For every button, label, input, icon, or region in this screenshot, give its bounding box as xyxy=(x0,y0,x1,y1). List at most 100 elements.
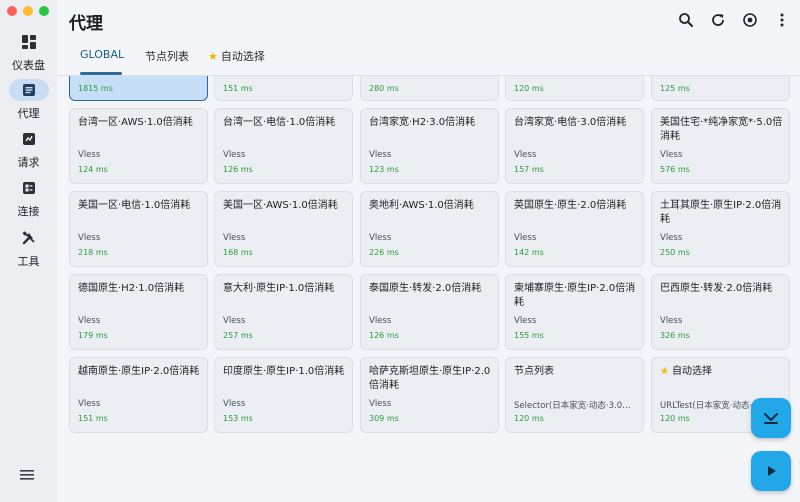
proxy-card-selected[interactable]: 1815 ms xyxy=(69,76,208,101)
latency-label: 142 ms xyxy=(514,248,544,257)
proxy-name: 越南原生·原生IP·2.0倍消耗 xyxy=(78,366,200,377)
proxy-type: Vless xyxy=(78,316,101,326)
proxy-card[interactable]: 280 ms xyxy=(360,76,499,101)
close-window-button[interactable] xyxy=(7,6,17,16)
proxy-name: 泰国原生·转发·2.0倍消耗 xyxy=(369,283,482,294)
sidebar-item-label: 请求 xyxy=(17,156,40,169)
latency-label: 126 ms xyxy=(369,331,399,340)
minimize-window-button[interactable] xyxy=(23,6,33,16)
group-name-wrapper: ★ 自动选择 xyxy=(660,365,783,379)
sidebar-item-label: 代理 xyxy=(17,107,40,120)
refresh-button[interactable] xyxy=(709,11,727,29)
sidebar-item-label: 工具 xyxy=(17,255,40,268)
proxy-type: Vless xyxy=(223,399,246,409)
latency-label: 151 ms xyxy=(78,414,108,423)
sidebar-item-tools[interactable]: 工具 xyxy=(0,227,57,269)
proxy-card[interactable]: 印度原生·原生IP·1.0倍消耗 Vless 153 ms xyxy=(214,357,353,433)
proxy-name: 奥地利·AWS·1.0倍消耗 xyxy=(369,200,474,211)
latency-label: 1815 ms xyxy=(78,84,113,93)
tab-node-list[interactable]: 节点列表 xyxy=(145,48,189,76)
latency-label: 179 ms xyxy=(78,331,108,340)
latency-label: 153 ms xyxy=(223,414,253,423)
proxy-name: 台湾家宽·电信·3.0倍消耗 xyxy=(514,117,627,128)
proxy-card[interactable]: 哈萨克斯坦原生·原生IP·2.0倍消耗 Vless 309 ms xyxy=(360,357,499,433)
locate-icon xyxy=(764,413,778,424)
latency-label: 257 ms xyxy=(223,331,253,340)
sidebar-item-proxy[interactable]: 代理 xyxy=(0,79,57,121)
proxy-grid[interactable]: 1815 ms 151 ms 280 ms 120 ms 125 ms 台湾一区… xyxy=(57,76,800,502)
locate-button[interactable] xyxy=(751,398,791,438)
search-button[interactable] xyxy=(677,11,695,29)
tools-icon xyxy=(9,227,49,249)
sidebar-item-label: 连接 xyxy=(17,205,40,218)
proxy-name: 台湾一区·电信·1.0倍消耗 xyxy=(223,117,336,128)
proxy-card[interactable]: 120 ms xyxy=(505,76,644,101)
proxy-card[interactable]: 美国住宅·*纯净家宽*·5.0倍消耗 Vless 576 ms xyxy=(651,108,790,184)
proxy-card[interactable]: 151 ms xyxy=(214,76,353,101)
proxy-card[interactable]: 台湾一区·AWS·1.0倍消耗 Vless 124 ms xyxy=(69,108,208,184)
proxy-type: Vless xyxy=(78,150,101,160)
more-button[interactable] xyxy=(773,11,791,29)
latency-label: 125 ms xyxy=(660,84,690,93)
proxy-card[interactable]: 英国原生·原生·2.0倍消耗 Vless 142 ms xyxy=(505,191,644,267)
latency-label: 157 ms xyxy=(514,165,544,174)
proxy-card[interactable]: 巴西原生·转发·2.0倍消耗 Vless 326 ms xyxy=(651,274,790,350)
proxy-name: 美国一区·电信·1.0倍消耗 xyxy=(78,200,191,211)
proxy-card[interactable]: 美国一区·电信·1.0倍消耗 Vless 218 ms xyxy=(69,191,208,267)
proxy-card[interactable]: 柬埔寨原生·原生IP·2.0倍消耗 Vless 155 ms xyxy=(505,274,644,350)
star-icon: ★ xyxy=(660,366,669,377)
proxy-card[interactable]: 奥地利·AWS·1.0倍消耗 Vless 226 ms xyxy=(360,191,499,267)
window-controls xyxy=(7,6,49,16)
proxy-card[interactable]: 台湾家宽·H2·3.0倍消耗 Vless 123 ms xyxy=(360,108,499,184)
proxy-type: Vless xyxy=(660,316,683,326)
proxy-type: Vless xyxy=(78,233,101,243)
proxy-name: 印度原生·原生IP·1.0倍消耗 xyxy=(223,366,345,377)
group-name: 节点列表 xyxy=(514,366,554,377)
proxy-type: Vless xyxy=(223,316,246,326)
maximize-window-button[interactable] xyxy=(39,6,49,16)
proxy-name: 英国原生·原生·2.0倍消耗 xyxy=(514,200,627,211)
refresh-icon xyxy=(712,14,724,26)
connections-icon xyxy=(9,177,49,199)
proxy-card[interactable]: 土耳其原生·原生IP·2.0倍消耗 Vless 250 ms xyxy=(651,191,790,267)
proxy-type: Vless xyxy=(369,150,392,160)
latency-label: 151 ms xyxy=(223,84,253,93)
latency-label: 155 ms xyxy=(514,331,544,340)
proxy-type: Vless xyxy=(660,233,683,243)
proxy-group-card[interactable]: 节点列表 Selector(日本家宽·动态·3.0倍消耗) 120 ms xyxy=(505,357,644,433)
proxy-icon xyxy=(8,79,49,101)
proxy-type: Vless xyxy=(223,233,246,243)
requests-icon xyxy=(9,128,49,150)
proxy-card[interactable]: 意大利·原生IP·1.0倍消耗 Vless 257 ms xyxy=(214,274,353,350)
target-button[interactable] xyxy=(741,11,759,29)
sidebar-item-requests[interactable]: 请求 xyxy=(0,128,57,170)
proxy-card[interactable]: 125 ms xyxy=(651,76,790,101)
play-icon xyxy=(768,466,776,476)
sidebar: 仪表盘 代理 请求 连接 工具 xyxy=(0,0,57,502)
latency-label: 120 ms xyxy=(514,84,544,93)
proxy-card[interactable]: 台湾家宽·电信·3.0倍消耗 Vless 157 ms xyxy=(505,108,644,184)
star-icon: ★ xyxy=(208,50,218,63)
proxy-type: Vless xyxy=(369,233,392,243)
start-button[interactable] xyxy=(751,451,791,491)
latency-label: 250 ms xyxy=(660,248,690,257)
sidebar-item-dashboard[interactable]: 仪表盘 xyxy=(0,31,57,73)
proxy-card[interactable]: 美国一区·AWS·1.0倍消耗 Vless 168 ms xyxy=(214,191,353,267)
menu-icon[interactable] xyxy=(18,467,38,483)
group-type: Selector(日本家宽·动态·3.0倍消耗) xyxy=(514,401,637,411)
proxy-type: Vless xyxy=(514,150,537,160)
proxy-card[interactable]: 泰国原生·转发·2.0倍消耗 Vless 126 ms xyxy=(360,274,499,350)
sidebar-item-connections[interactable]: 连接 xyxy=(0,177,57,219)
latency-label: 280 ms xyxy=(369,84,399,93)
proxy-name: 土耳其原生·原生IP·2.0倍消耗 xyxy=(660,200,782,225)
latency-label: 309 ms xyxy=(369,414,399,423)
proxy-card[interactable]: 越南原生·原生IP·2.0倍消耗 Vless 151 ms xyxy=(69,357,208,433)
proxy-card[interactable]: 台湾一区·电信·1.0倍消耗 Vless 126 ms xyxy=(214,108,353,184)
tab-auto-select[interactable]: ★ 自动选择 xyxy=(208,48,265,76)
more-vert-icon xyxy=(780,13,784,27)
latency-label: 120 ms xyxy=(514,414,544,423)
proxy-type: Vless xyxy=(78,399,101,409)
latency-label: 124 ms xyxy=(78,165,108,174)
proxy-card[interactable]: 德国原生·H2·1.0倍消耗 Vless 179 ms xyxy=(69,274,208,350)
proxy-name: 柬埔寨原生·原生IP·2.0倍消耗 xyxy=(514,283,636,308)
